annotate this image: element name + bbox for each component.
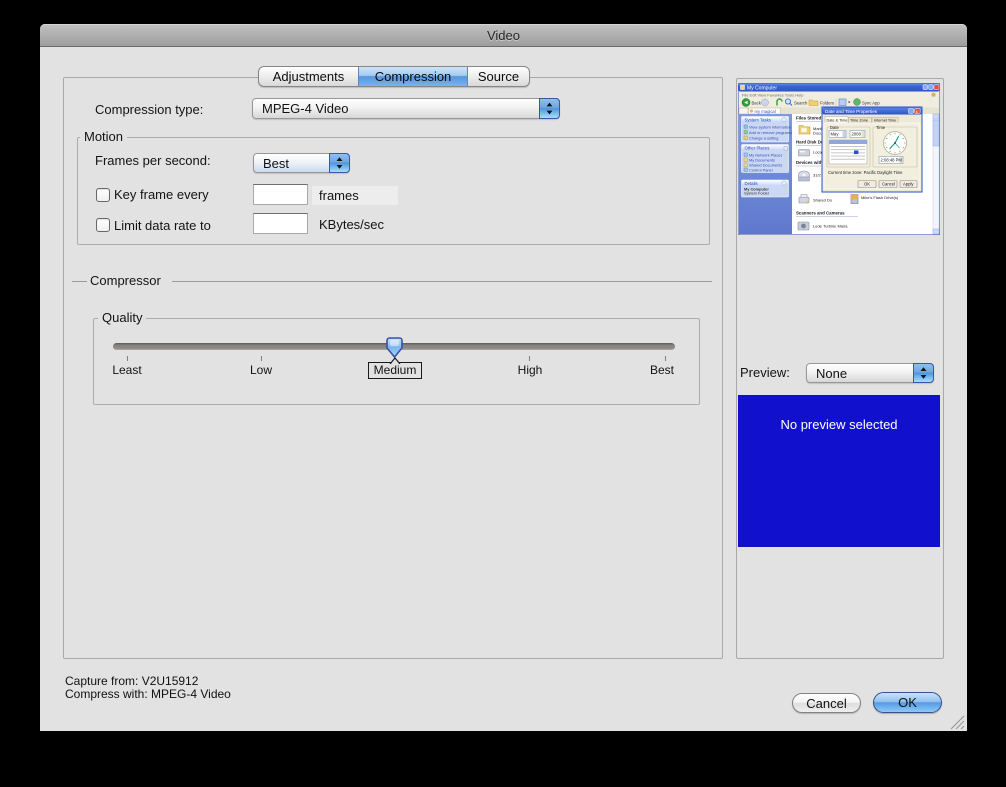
svg-text:Scanners and Cameras: Scanners and Cameras	[796, 211, 845, 216]
svg-text:View system information: View system information	[749, 124, 791, 129]
svg-text:Shared Do: Shared Do	[813, 198, 833, 203]
svg-text:OK: OK	[864, 182, 870, 187]
svg-text:System Folder: System Folder	[744, 191, 770, 196]
svg-text:Time: Time	[876, 125, 886, 130]
svg-text:Internet Time: Internet Time	[874, 119, 896, 123]
svg-text:2008: 2008	[852, 132, 862, 137]
svg-text:2:08:48 PM: 2:08:48 PM	[881, 158, 903, 163]
svg-text:Add or remove programs: Add or remove programs	[749, 130, 792, 135]
svg-text:Date & Time: Date & Time	[827, 118, 848, 122]
svg-text:Cancel: Cancel	[882, 182, 895, 187]
svg-text:Sync App: Sync App	[862, 101, 880, 106]
svg-text:my magical: my magical	[755, 109, 776, 114]
svg-text:Search: Search	[794, 101, 808, 106]
svg-text:Control Panel: Control Panel	[749, 167, 773, 172]
svg-text:File Edit View Favorites: File Edit View Favorites Tools Help	[742, 92, 804, 97]
svg-text:System Tasks: System Tasks	[745, 117, 771, 122]
svg-text:Date: Date	[830, 125, 840, 130]
svg-text:Lede Turbine Mana: Lede Turbine Mana	[813, 224, 848, 229]
svg-text:Mike's Flash Drive(s): Mike's Flash Drive(s)	[861, 195, 899, 200]
svg-text:Folders: Folders	[820, 101, 834, 106]
svg-text:Time Zone: Time Zone	[850, 119, 868, 123]
svg-text:Date and Time Properties: Date and Time Properties	[825, 109, 878, 114]
svg-text:Apply: Apply	[903, 182, 914, 187]
svg-text:May: May	[831, 132, 840, 137]
svg-text:Change a setting: Change a setting	[749, 135, 778, 140]
svg-text:Other Places: Other Places	[745, 145, 770, 150]
svg-text:Details: Details	[745, 181, 758, 186]
svg-text:Current time zone: Pacific Day: Current time zone: Pacific Daylight Time	[828, 170, 903, 175]
svg-text:My Computer: My Computer	[747, 86, 777, 92]
svg-text:Back: Back	[752, 101, 762, 106]
